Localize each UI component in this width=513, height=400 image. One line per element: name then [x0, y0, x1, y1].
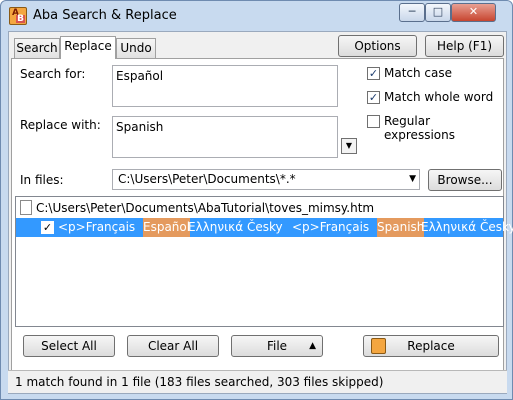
- replace-button[interactable]: Replace: [363, 335, 499, 357]
- tab-undo[interactable]: Undo: [116, 38, 156, 58]
- browse-button[interactable]: Browse...: [428, 169, 502, 191]
- replace-input[interactable]: Spanish: [112, 116, 338, 158]
- match-case-label: Match case: [384, 66, 453, 80]
- combo-arrow-icon[interactable]: ▼: [409, 170, 416, 189]
- app-logo-icon: A B: [9, 7, 27, 25]
- after-match: Spanish: [377, 218, 425, 237]
- before-suffix: Ελληνικά Česky: [188, 220, 283, 234]
- match-checkbox[interactable]: ✓: [41, 221, 54, 234]
- app-window: A B Aba Search & Replace ─ □ ✕ Search Re…: [0, 0, 513, 400]
- replace-icon: [371, 338, 386, 354]
- before-match: Español: [143, 218, 191, 237]
- chevron-up-icon: ▲: [309, 341, 316, 351]
- replace-history-dropdown[interactable]: ▼: [341, 138, 357, 154]
- regex-checkbox[interactable]: [367, 115, 380, 128]
- title-bar[interactable]: A B Aba Search & Replace ─ □ ✕: [1, 1, 512, 31]
- file-path: C:\Users\Peter\Documents\AbaTutorial\tov…: [36, 201, 375, 215]
- chevron-down-icon: ▼: [345, 141, 353, 150]
- whole-word-label: Match whole word: [384, 90, 494, 104]
- results-list[interactable]: C:\Users\Peter\Documents\AbaTutorial\tov…: [15, 196, 513, 327]
- tab-replace[interactable]: Replace: [60, 36, 116, 59]
- after-suffix: Ελληνικά Česky: [421, 220, 513, 234]
- minimize-icon: ─: [408, 5, 416, 18]
- document-icon: [20, 200, 32, 215]
- files-mask-value: C:\Users\Peter\Documents\*.*: [118, 172, 296, 186]
- status-bar: 1 match found in 1 file (183 files searc…: [8, 370, 507, 393]
- clear-all-button[interactable]: Clear All: [127, 335, 219, 357]
- file-menu-label: File: [266, 339, 288, 353]
- replace-with-label: Replace with:: [20, 118, 101, 132]
- window-title: Aba Search & Replace: [33, 8, 177, 23]
- minimize-button[interactable]: ─: [399, 3, 425, 22]
- tab-search[interactable]: Search: [14, 38, 60, 58]
- files-combobox[interactable]: C:\Users\Peter\Documents\*.* ▼: [112, 169, 420, 190]
- search-input[interactable]: Español: [112, 65, 338, 107]
- help-button[interactable]: Help (F1): [425, 35, 504, 57]
- file-menu-button[interactable]: File ▲: [231, 335, 323, 357]
- whole-word-checkbox[interactable]: ✓: [367, 91, 380, 104]
- after-prefix: <p>Français: [292, 220, 370, 234]
- before-prefix: <p>Français: [58, 220, 136, 234]
- match-case-checkbox[interactable]: ✓: [367, 67, 380, 80]
- regex-label: Regular expressions: [384, 114, 455, 142]
- close-button[interactable]: ✕: [451, 3, 496, 22]
- options-button[interactable]: Options: [338, 35, 417, 57]
- in-files-label: In files:: [20, 173, 64, 187]
- match-row[interactable]: ✓ <p>Français Español Ελληνικά Česky <p>…: [16, 218, 513, 237]
- replace-button-label: Replace: [407, 339, 455, 353]
- maximize-button[interactable]: □: [425, 3, 451, 22]
- maximize-icon: □: [432, 5, 444, 18]
- select-all-button[interactable]: Select All: [23, 335, 115, 357]
- search-for-label: Search for:: [20, 67, 86, 81]
- close-icon: ✕: [468, 5, 479, 18]
